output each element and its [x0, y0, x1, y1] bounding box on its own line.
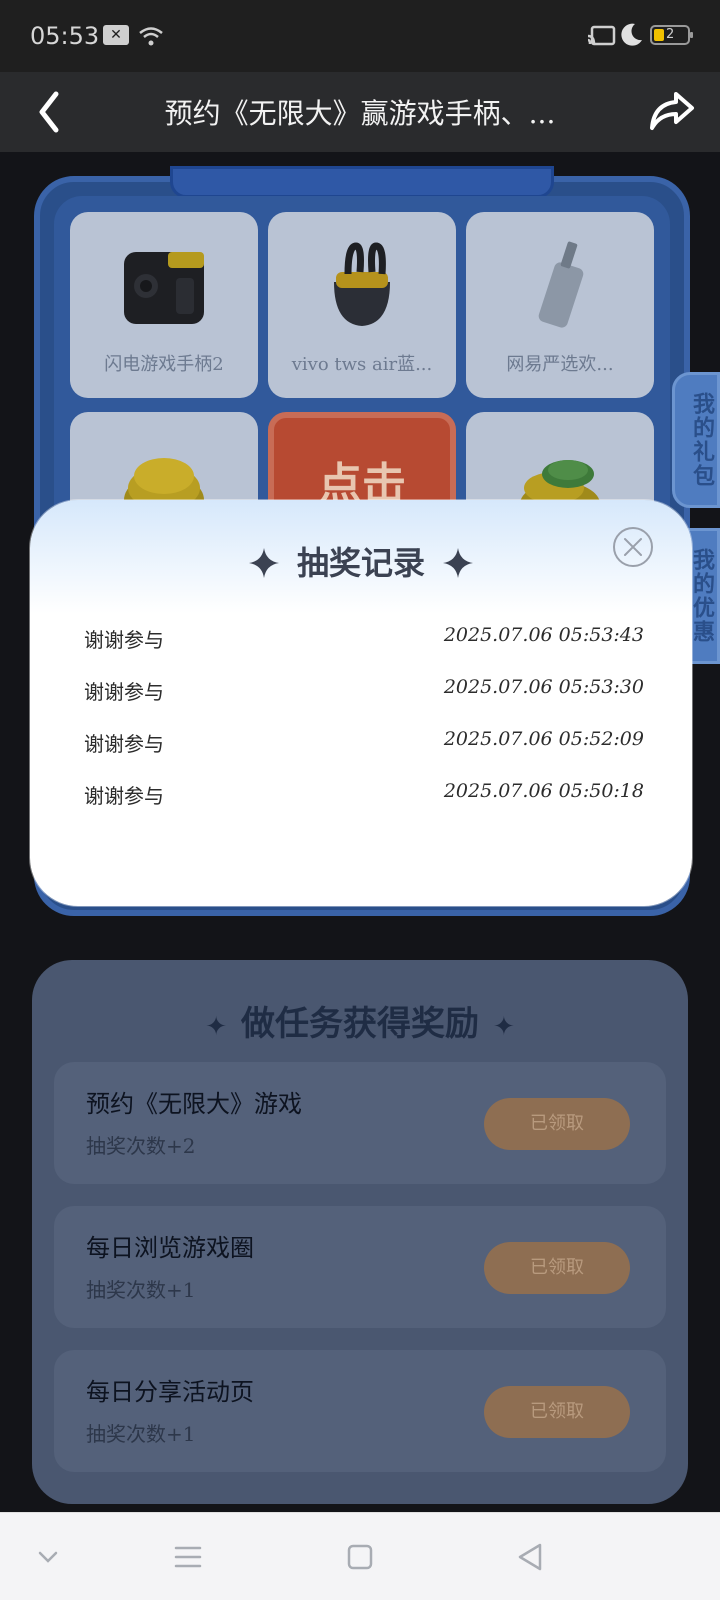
- task-reward: 抽奖次数+1: [86, 1422, 196, 1446]
- notification-x-icon: ✕: [103, 25, 129, 45]
- lottery-records-modal: 抽奖记录 谢谢参与 2025.07.06 05:53:43 谢谢参与 2025.…: [30, 500, 692, 906]
- task-panel-title: ✦ 做任务获得奖励 ✦: [32, 996, 688, 1045]
- prize-name: vivo tws air蓝...: [291, 354, 433, 375]
- chevron-down-icon[interactable]: [30, 1539, 66, 1575]
- task-reward: 抽奖次数+1: [86, 1278, 196, 1302]
- prize-name: 闪电游戏手柄2: [104, 354, 224, 375]
- prize-card-gamepad[interactable]: 闪电游戏手柄2: [70, 212, 258, 398]
- battery-level: 2: [666, 27, 675, 42]
- modal-title: 抽奖记录: [30, 538, 692, 584]
- gamepad-icon: [124, 252, 204, 324]
- sparkle-icon: ✦: [493, 1012, 515, 1042]
- record-row: 谢谢参与 2025.07.06 05:50:18: [84, 776, 644, 812]
- task-claimed-button[interactable]: 已领取: [484, 1386, 630, 1438]
- prize-name: 网易严选欢...: [506, 354, 614, 375]
- earbuds-icon: [334, 242, 390, 326]
- record-row: 谢谢参与 2025.07.06 05:53:30: [84, 672, 644, 708]
- usb-drive-icon: [538, 241, 584, 328]
- task-panel: ✦ 做任务获得奖励 ✦ 预约《无限大》游戏 抽奖次数+2 已领取 每日浏览游戏圈 抽…: [32, 960, 688, 1504]
- prize-card-usb-drive[interactable]: 网易严选欢...: [466, 212, 654, 398]
- status-bar: 05:53 ✕ 2: [0, 0, 720, 72]
- modal-title-text: 抽奖记录: [296, 544, 425, 582]
- battery-icon: 2: [650, 25, 693, 45]
- task-row: 预约《无限大》游戏 抽奖次数+2 已领取: [54, 1062, 666, 1184]
- menu-icon[interactable]: [170, 1539, 206, 1575]
- record-row: 谢谢参与 2025.07.06 05:52:09: [84, 724, 644, 760]
- task-name: 预约《无限大》游戏: [86, 1090, 302, 1118]
- status-time: 05:53: [30, 22, 100, 50]
- record-time: 2025.07.06 05:53:43: [443, 624, 644, 646]
- app-header: 预约《无限大》赢游戏手柄、...: [0, 72, 720, 152]
- page-title: 预约《无限大》赢游戏手柄、...: [164, 97, 556, 130]
- record-time: 2025.07.06 05:50:18: [443, 780, 644, 802]
- record-time: 2025.07.06 05:52:09: [443, 728, 644, 750]
- back-triangle-icon[interactable]: [512, 1539, 548, 1575]
- record-result: 谢谢参与: [84, 628, 164, 652]
- record-time: 2025.07.06 05:53:30: [443, 676, 644, 698]
- task-row: 每日分享活动页 抽奖次数+1 已领取: [54, 1350, 666, 1472]
- sparkle-icon: [443, 548, 473, 578]
- task-row: 每日浏览游戏圈 抽奖次数+1 已领取: [54, 1206, 666, 1328]
- do-not-disturb-moon-icon: [621, 23, 642, 46]
- task-reward: 抽奖次数+2: [86, 1134, 196, 1158]
- record-result: 谢谢参与: [84, 784, 164, 808]
- my-gifts-tab[interactable]: 我的礼包: [672, 372, 720, 508]
- share-arrow-icon[interactable]: [648, 86, 696, 134]
- task-name: 每日分享活动页: [86, 1378, 254, 1406]
- screen-cast-icon: [587, 25, 616, 46]
- home-square-icon[interactable]: [342, 1539, 378, 1575]
- close-icon[interactable]: [612, 526, 654, 568]
- task-name: 每日浏览游戏圈: [86, 1234, 254, 1262]
- prize-card-earbuds[interactable]: vivo tws air蓝...: [268, 212, 456, 398]
- task-panel-title-text: 做任务获得奖励: [241, 1004, 479, 1044]
- wifi-icon: [139, 27, 163, 46]
- record-result: 谢谢参与: [84, 680, 164, 704]
- record-result: 谢谢参与: [84, 732, 164, 756]
- board-top-bar: [170, 166, 554, 198]
- record-row: 谢谢参与 2025.07.06 05:53:43: [84, 620, 644, 656]
- back-arrow-icon[interactable]: [30, 84, 80, 140]
- task-claimed-button[interactable]: 已领取: [484, 1242, 630, 1294]
- sparkle-icon: ✦: [205, 1012, 227, 1042]
- sparkle-icon: [248, 548, 279, 578]
- task-claimed-button[interactable]: 已领取: [484, 1098, 630, 1150]
- system-nav-bar: [0, 1512, 720, 1600]
